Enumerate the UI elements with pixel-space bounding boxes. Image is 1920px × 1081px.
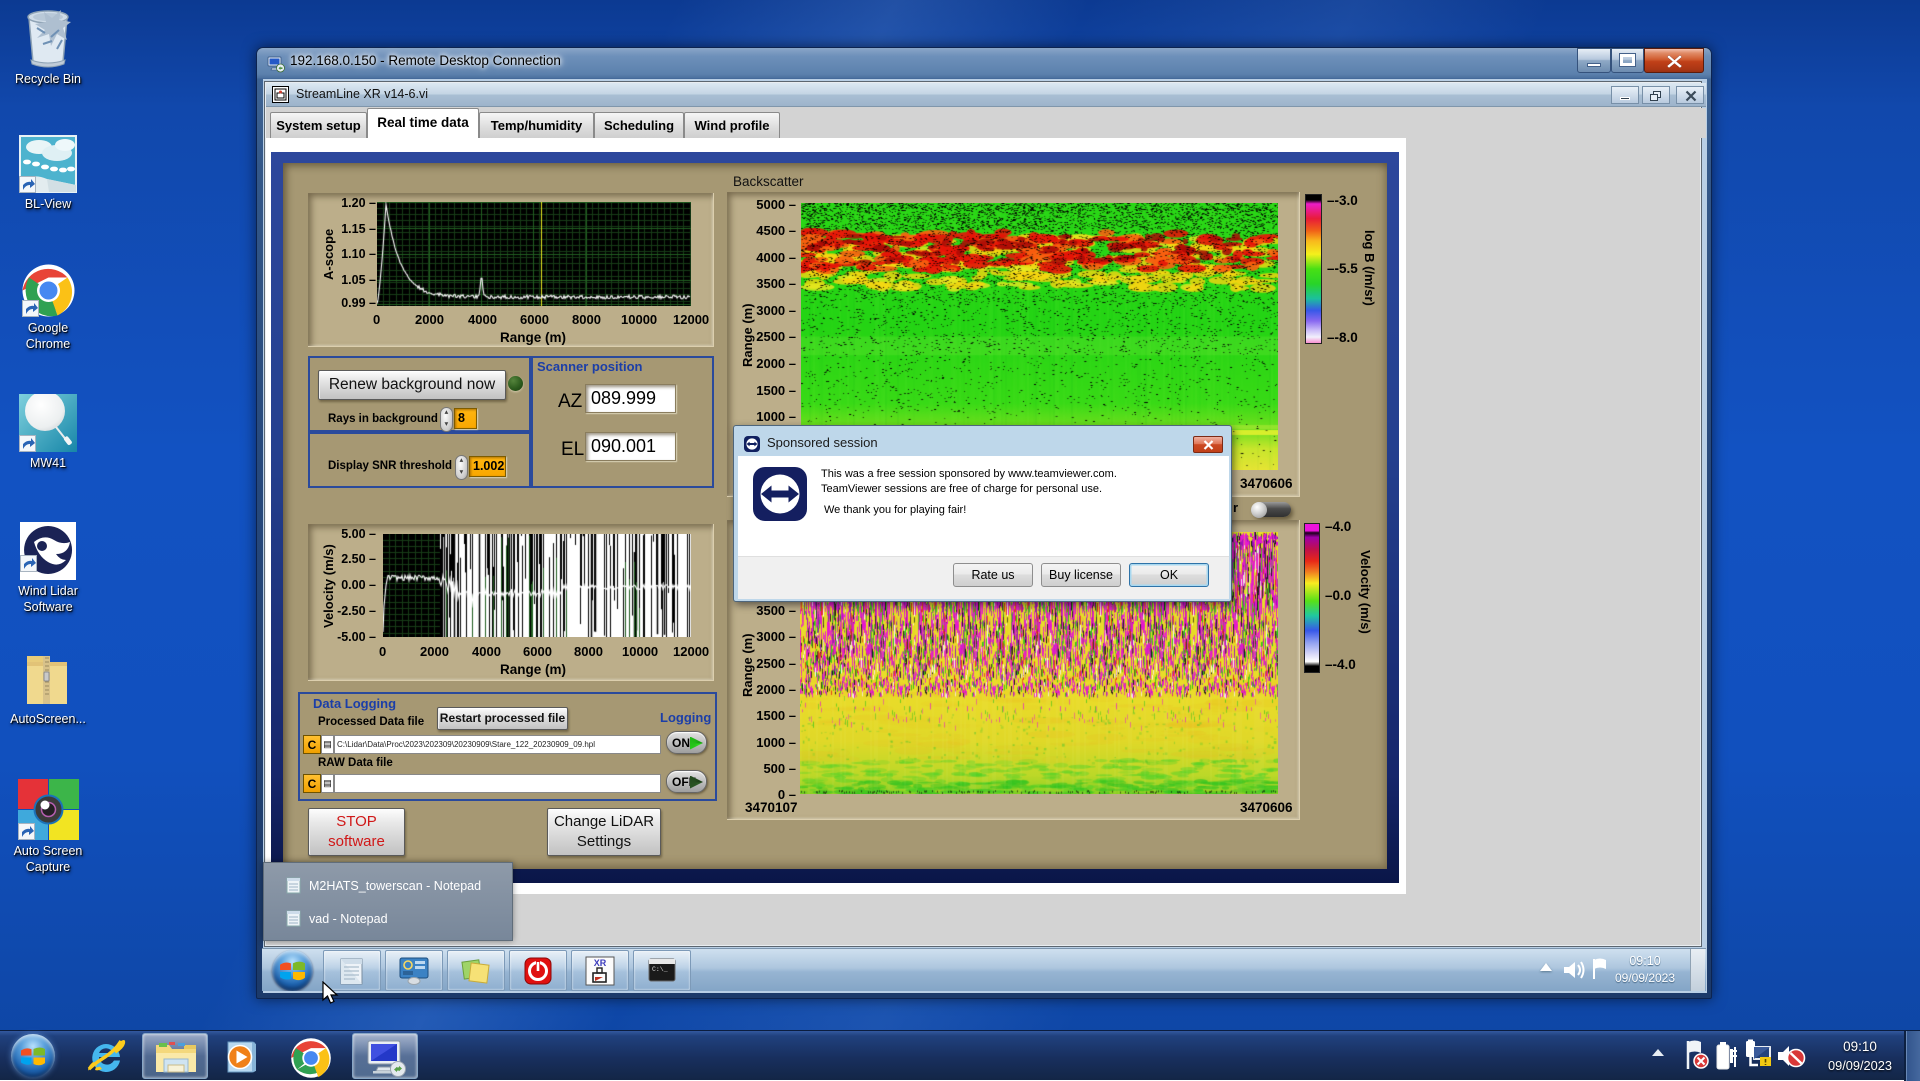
svg-text:XR: XR bbox=[594, 958, 607, 968]
svg-text:C:\_: C:\_ bbox=[652, 966, 668, 973]
